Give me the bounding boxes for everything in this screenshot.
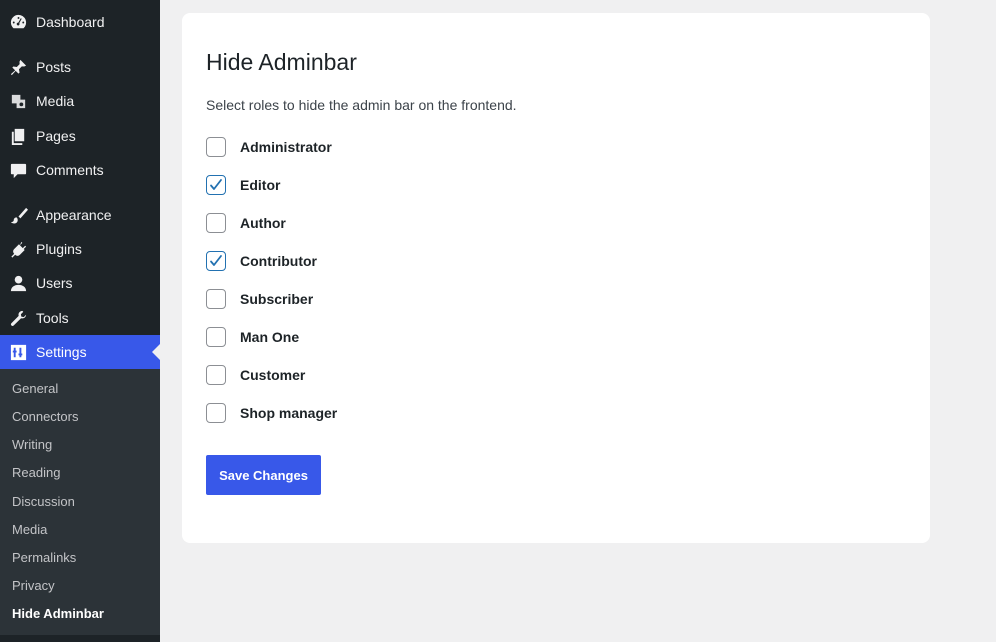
checkbox[interactable] bbox=[206, 365, 226, 385]
menu-item-appearance[interactable]: Appearance bbox=[0, 198, 160, 232]
submenu-item-privacy[interactable]: Privacy bbox=[12, 578, 55, 593]
role-checkbox-row[interactable]: Administrator bbox=[206, 136, 332, 158]
submenu-item-connectors[interactable]: Connectors bbox=[12, 409, 78, 424]
role-checkbox-row[interactable]: Subscriber bbox=[206, 288, 313, 310]
wrench-icon bbox=[8, 308, 28, 328]
checkbox[interactable] bbox=[206, 175, 226, 195]
menu-item-comments[interactable]: Comments bbox=[0, 153, 160, 187]
submenu-item-general[interactable]: General bbox=[12, 381, 58, 396]
menu-label: Tools bbox=[36, 310, 69, 326]
submenu-item-discussion[interactable]: Discussion bbox=[12, 494, 75, 509]
role-label: Administrator bbox=[240, 139, 332, 155]
checkbox[interactable] bbox=[206, 251, 226, 271]
menu-label: Pages bbox=[36, 128, 76, 144]
menu-label: Users bbox=[36, 275, 73, 291]
role-label: Subscriber bbox=[240, 291, 314, 307]
checkbox[interactable] bbox=[206, 213, 226, 233]
menu-label: Plugins bbox=[36, 241, 82, 257]
role-checkbox-row[interactable]: Author bbox=[206, 212, 286, 234]
checkbox[interactable] bbox=[206, 327, 226, 347]
settings-sliders-icon bbox=[8, 342, 28, 362]
menu-label: Comments bbox=[36, 162, 104, 178]
settings-card: Hide Adminbar Select roles to hide the a… bbox=[182, 13, 930, 543]
admin-sidebar: Dashboard Posts Media Pages Comments App… bbox=[0, 0, 160, 642]
menu-item-tools[interactable]: Tools bbox=[0, 301, 160, 335]
page-description: Select roles to hide the admin bar on th… bbox=[206, 97, 517, 113]
paintbrush-icon bbox=[8, 205, 28, 225]
role-label: Customer bbox=[240, 367, 306, 383]
submenu-item-reading[interactable]: Reading bbox=[12, 465, 60, 480]
menu-label: Posts bbox=[36, 59, 72, 75]
role-checkbox-row[interactable]: Customer bbox=[206, 364, 305, 386]
role-label: Shop manager bbox=[240, 405, 338, 421]
menu-item-users[interactable]: Users bbox=[0, 266, 160, 300]
role-label: Editor bbox=[240, 177, 281, 193]
checkbox[interactable] bbox=[206, 403, 226, 423]
pushpin-icon bbox=[8, 57, 28, 77]
role-label: Author bbox=[240, 215, 286, 231]
role-label: Contributor bbox=[240, 253, 317, 269]
dashboard-icon bbox=[8, 12, 28, 32]
role-checkbox-row[interactable]: Shop manager bbox=[206, 402, 337, 424]
save-changes-button[interactable]: Save Changes bbox=[206, 455, 321, 495]
checkbox[interactable] bbox=[206, 137, 226, 157]
submenu-item-hide-adminbar[interactable]: Hide Adminbar bbox=[12, 606, 104, 621]
role-checkbox-row[interactable]: Editor bbox=[206, 174, 280, 196]
submenu-item-writing[interactable]: Writing bbox=[12, 437, 52, 452]
checkmark-icon bbox=[210, 255, 222, 266]
role-checkbox-row[interactable]: Man One bbox=[206, 326, 299, 348]
settings-submenu: General Connectors Writing Reading Discu… bbox=[0, 369, 160, 635]
menu-item-pages[interactable]: Pages bbox=[0, 119, 160, 153]
plugin-icon bbox=[8, 239, 28, 259]
menu-item-dashboard[interactable]: Dashboard bbox=[0, 5, 160, 39]
menu-item-plugins[interactable]: Plugins bbox=[0, 232, 160, 266]
role-checkbox-row[interactable]: Contributor bbox=[206, 250, 317, 272]
menu-item-posts[interactable]: Posts bbox=[0, 50, 160, 84]
checkmark-icon bbox=[210, 179, 222, 190]
user-icon bbox=[8, 273, 28, 293]
menu-label: Appearance bbox=[36, 207, 112, 223]
page-title: Hide Adminbar bbox=[206, 49, 357, 75]
menu-label: Dashboard bbox=[36, 14, 105, 30]
submenu-item-media[interactable]: Media bbox=[12, 522, 47, 537]
role-label: Man One bbox=[240, 329, 300, 345]
submenu-item-permalinks[interactable]: Permalinks bbox=[12, 550, 76, 565]
checkbox[interactable] bbox=[206, 289, 226, 309]
media-icon bbox=[8, 91, 28, 111]
pages-icon bbox=[8, 126, 28, 146]
menu-item-settings[interactable]: Settings bbox=[0, 335, 160, 369]
menu-label: Settings bbox=[36, 344, 87, 360]
menu-item-media[interactable]: Media bbox=[0, 84, 160, 118]
menu-label: Media bbox=[36, 93, 75, 109]
comment-icon bbox=[8, 160, 28, 180]
